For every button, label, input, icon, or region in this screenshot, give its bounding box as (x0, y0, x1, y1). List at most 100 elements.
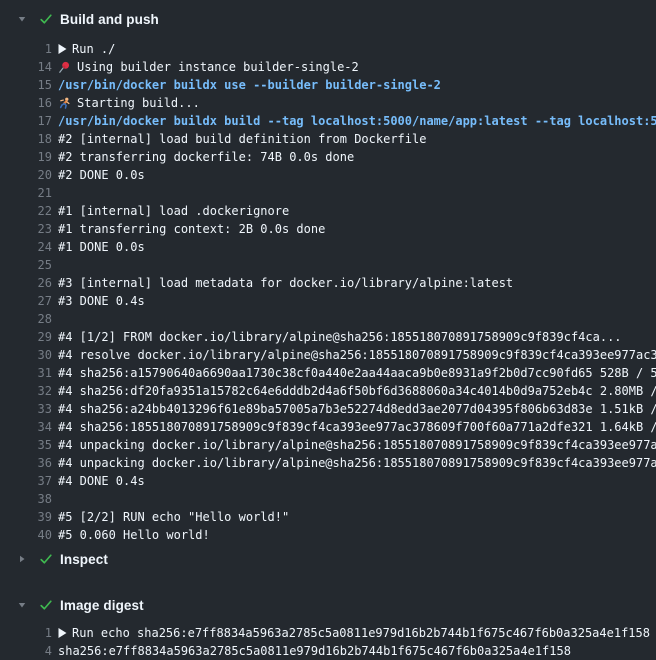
line-number[interactable]: 40 (0, 526, 52, 544)
line-number[interactable]: 29 (0, 328, 52, 346)
line-number[interactable]: 32 (0, 382, 52, 400)
line-number[interactable]: 39 (0, 508, 52, 526)
section-title: Build and push (60, 12, 159, 27)
play-icon[interactable] (58, 44, 67, 54)
log-line: 36 #4 unpacking docker.io/library/alpine@… (0, 454, 656, 472)
section-title: Image digest (60, 598, 144, 613)
log-line: 24 #1 DONE 0.0s (0, 238, 656, 256)
line-number[interactable]: 1 (0, 624, 52, 642)
log-lines-build-and-push: 1 Run ./ 14 Using builder instance builder-… (0, 34, 656, 544)
log-text-value: #1 transferring context: 2B 0.0s done (58, 220, 325, 238)
line-number[interactable]: 27 (0, 292, 52, 310)
workflow-log-viewer: Build and push1Run ./14Using builder ins… (0, 0, 656, 660)
line-number[interactable]: 24 (0, 238, 52, 256)
log-text-value: #4 unpacking docker.io/library/alpine@sh… (58, 436, 656, 454)
log-line: 38 (0, 490, 656, 508)
log-line: 1 Run ./ (0, 40, 656, 58)
log-text-value: #4 sha256:a24bb4013296f61e89ba57005a7b3e… (58, 400, 656, 418)
log-line: 40 #5 0.060 Hello world! (0, 526, 656, 544)
log-text-value: Run echo sha256:e7ff8834a5963a2785c5a081… (72, 624, 650, 642)
log-text: Run echo sha256:e7ff8834a5963a2785c5a081… (58, 624, 650, 642)
chevron-down-icon[interactable] (17, 600, 27, 610)
line-number[interactable]: 37 (0, 472, 52, 490)
line-number[interactable]: 30 (0, 346, 52, 364)
log-line: 32 #4 sha256:df20fa9351a15782c64e6dddb2d4… (0, 382, 656, 400)
log-text-value: #4 sha256:df20fa9351a15782c64e6dddb2d4a6… (58, 382, 656, 400)
log-line: 16 Starting build... (0, 94, 656, 112)
log-line: 17/usr/bin/docker buildx build --tag loc… (0, 112, 656, 130)
log-line: 25 (0, 256, 656, 274)
log-text: #5 [2/2] RUN echo "Hello world!" (58, 508, 289, 526)
log-line: 19 #2 transferring dockerfile: 74B 0.0s d… (0, 148, 656, 166)
log-text: #1 transferring context: 2B 0.0s done (58, 220, 325, 238)
line-number[interactable]: 18 (0, 130, 52, 148)
line-number[interactable]: 33 (0, 400, 52, 418)
log-line: 29 #4 [1/2] FROM docker.io/library/alpine… (0, 328, 656, 346)
line-number[interactable]: 14 (0, 58, 52, 76)
log-text-value: #4 DONE 0.4s (58, 472, 145, 490)
line-number[interactable]: 35 (0, 436, 52, 454)
line-number[interactable]: 15 (0, 76, 52, 94)
log-line: 31#4 sha256:a15790640a6690aa1730c38cf0a4… (0, 364, 656, 382)
line-number[interactable]: 38 (0, 490, 52, 508)
log-text: Run ./ (58, 40, 115, 58)
log-text: #4 resolve docker.io/library/alpine@sha2… (58, 346, 656, 364)
line-number[interactable]: 25 (0, 256, 52, 274)
line-number[interactable]: 31 (0, 364, 52, 382)
log-text: sha256:e7ff8834a5963a2785c5a0811e979d16b… (58, 642, 571, 660)
line-number[interactable]: 28 (0, 310, 52, 328)
section-inspect: Inspect (0, 544, 656, 574)
section-header-image-digest[interactable]: Image digest (0, 590, 656, 620)
log-text: #4 [1/2] FROM docker.io/library/alpine@s… (58, 328, 622, 346)
log-text-value: #1 DONE 0.0s (58, 238, 145, 256)
log-text: Using builder instance builder-single-2 (58, 58, 359, 76)
log-text: #4 unpacking docker.io/library/alpine@sh… (58, 436, 656, 454)
line-number[interactable]: 4 (0, 642, 52, 660)
line-number[interactable]: 34 (0, 418, 52, 436)
log-text-value: #5 0.060 Hello world! (58, 526, 210, 544)
line-number[interactable]: 23 (0, 220, 52, 238)
line-number[interactable]: 36 (0, 454, 52, 472)
line-number[interactable]: 17 (0, 112, 52, 130)
log-text-value: #4 unpacking docker.io/library/alpine@sh… (58, 454, 656, 472)
line-number[interactable]: 19 (0, 148, 52, 166)
log-line: 1 Run echo sha256:e7ff8834a5963a2785c5a08… (0, 624, 656, 642)
section-build-and-push: Build and push 1 Run ./ 14 Using builder ins… (0, 4, 656, 544)
line-number[interactable]: 26 (0, 274, 52, 292)
log-text-value: Run ./ (72, 40, 115, 58)
line-number[interactable]: 22 (0, 202, 52, 220)
log-line: 15/usr/bin/docker buildx use --builder b… (0, 76, 656, 94)
log-text: #4 DONE 0.4s (58, 472, 145, 490)
section-header-build-and-push[interactable]: Build and push (0, 4, 656, 34)
log-text: #4 sha256:a24bb4013296f61e89ba57005a7b3e… (58, 400, 656, 418)
log-text: #1 DONE 0.0s (58, 238, 145, 256)
check-icon (39, 552, 53, 566)
log-line: 14 Using builder instance builder-single-… (0, 58, 656, 76)
log-text: Starting build... (58, 94, 200, 112)
line-number[interactable]: 1 (0, 40, 52, 58)
log-line: 26#3 [internal] load metadata for docker… (0, 274, 656, 292)
section-header-inspect[interactable]: Inspect (0, 544, 656, 574)
log-line: 39 #5 [2/2] RUN echo "Hello world!" (0, 508, 656, 526)
log-lines-image-digest: 1 Run echo sha256:e7ff8834a5963a2785c5a08… (0, 620, 656, 660)
log-text-value: #2 [internal] load build definition from… (58, 130, 426, 148)
section-title: Inspect (60, 552, 108, 567)
line-number[interactable]: 16 (0, 94, 52, 112)
log-line: 33 #4 sha256:a24bb4013296f61e89ba57005a7b… (0, 400, 656, 418)
line-number[interactable]: 20 (0, 166, 52, 184)
log-text: #4 unpacking docker.io/library/alpine@sh… (58, 454, 656, 472)
chevron-down-icon[interactable] (17, 14, 27, 24)
log-line: 34#4 sha256:185518070891758909c9f839cf4c… (0, 418, 656, 436)
log-text: #2 [internal] load build definition from… (58, 130, 426, 148)
log-text: #4 sha256:df20fa9351a15782c64e6dddb2d4a6… (58, 382, 656, 400)
log-text: #2 DONE 0.0s (58, 166, 145, 184)
line-number[interactable]: 21 (0, 184, 52, 202)
log-text-value: #2 transferring dockerfile: 74B 0.0s don… (58, 148, 354, 166)
log-text-value: #3 DONE 0.4s (58, 292, 145, 310)
log-line: 22 #1 [internal] load .dockerignore (0, 202, 656, 220)
chevron-right-icon[interactable] (17, 554, 27, 564)
log-text-value: #1 [internal] load .dockerignore (58, 202, 289, 220)
log-line: 28 (0, 310, 656, 328)
log-line: 20 #2 DONE 0.0s (0, 166, 656, 184)
play-icon[interactable] (58, 628, 67, 638)
